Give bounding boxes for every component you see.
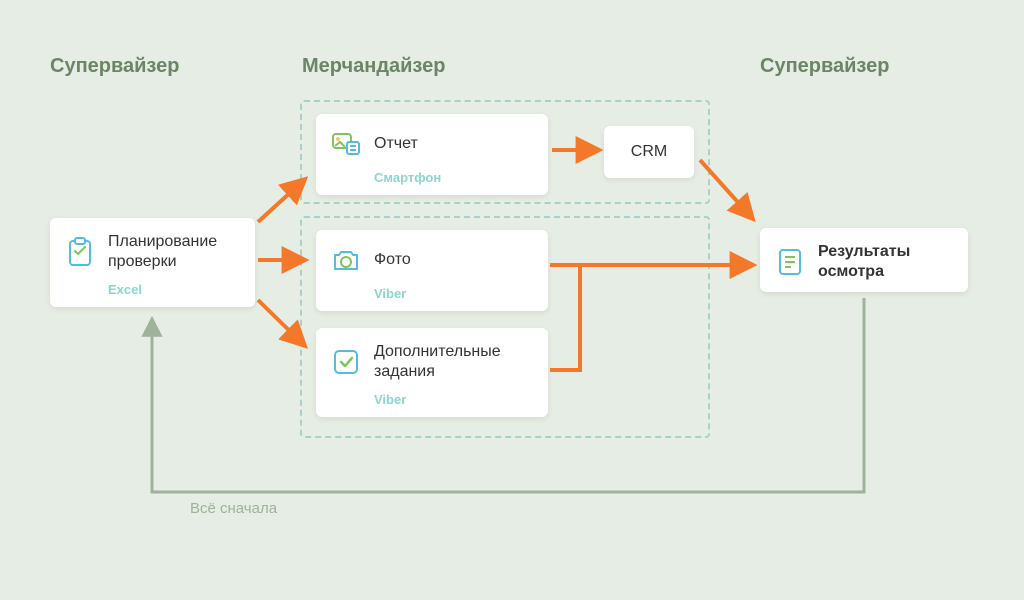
- card-report: Отчет Смартфон: [316, 114, 548, 195]
- arrow-planning-tasks: [258, 300, 304, 345]
- card-results: Результаты осмотра: [760, 228, 968, 292]
- role-supervisor-left: Супервайзер: [50, 55, 179, 78]
- card-planning-sub: Excel: [108, 282, 241, 297]
- card-tasks-title: Дополнительные задания: [374, 342, 534, 382]
- card-report-title: Отчет: [374, 134, 418, 154]
- card-planning: Планирование проверки Excel: [50, 218, 255, 307]
- image-doc-icon: [330, 128, 362, 160]
- role-supervisor-right: Супервайзер: [760, 55, 889, 78]
- card-photo-sub: Viber: [374, 286, 534, 301]
- camera-icon: [330, 244, 362, 276]
- document-list-icon: [774, 246, 806, 278]
- card-photo-title: Фото: [374, 250, 411, 270]
- card-crm: CRM: [604, 126, 694, 178]
- card-crm-title: CRM: [620, 142, 678, 162]
- role-merchandiser: Мерчандайзер: [302, 55, 445, 78]
- card-tasks-sub: Viber: [374, 392, 534, 407]
- arrow-planning-report: [258, 180, 304, 222]
- card-results-title: Результаты осмотра: [818, 242, 954, 282]
- card-report-sub: Смартфон: [374, 170, 534, 185]
- card-planning-title: Планирование проверки: [108, 232, 241, 272]
- card-tasks: Дополнительные задания Viber: [316, 328, 548, 417]
- checkbox-icon: [330, 346, 362, 378]
- card-photo: Фото Viber: [316, 230, 548, 311]
- loop-label: Всё сначала: [190, 500, 277, 517]
- clipboard-icon: [64, 236, 96, 268]
